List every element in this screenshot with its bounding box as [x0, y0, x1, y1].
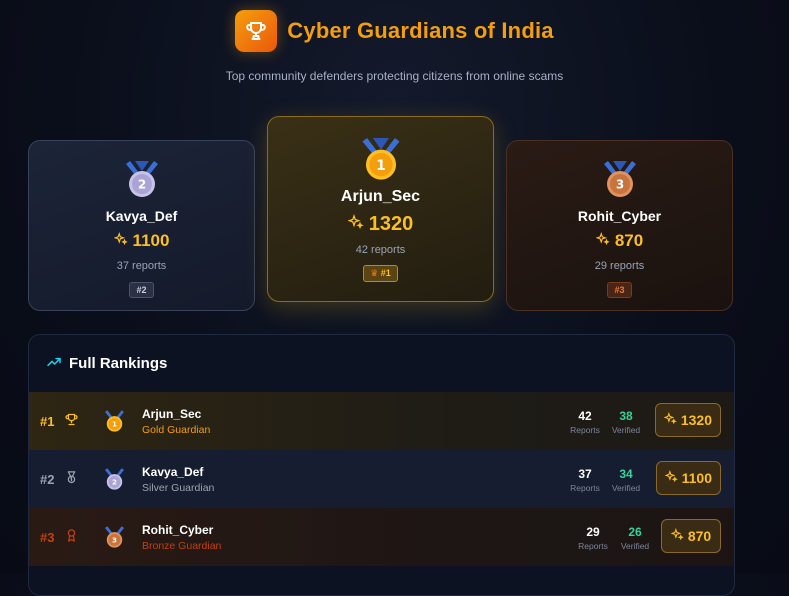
rank-badge: #3 — [607, 282, 632, 298]
podium-reports: 37 reports — [116, 260, 167, 272]
points-badge[interactable]: 870 — [661, 519, 721, 553]
svg-text:2: 2 — [137, 178, 145, 192]
title-row: Cyber Guardians of India — [0, 10, 789, 52]
medal-icon — [64, 470, 79, 490]
podium-points: 1320 — [268, 213, 493, 236]
row-info: Rohit_Cyber Bronze Guardian — [142, 523, 221, 552]
bronze-medal-icon: 3 — [105, 526, 124, 554]
row-name: Kavya_Def — [142, 465, 204, 479]
points-badge[interactable]: 1100 — [655, 461, 721, 495]
table-row[interactable]: #1 1 Arjun_Sec Gold Guardian 42 Reports … — [29, 392, 734, 450]
panel-header: Full Rankings — [29, 335, 734, 392]
podium-points: 870 — [507, 231, 732, 251]
row-info: Kavya_Def Silver Guardian — [142, 465, 214, 494]
podium-name: Arjun_Sec — [340, 188, 421, 205]
verified-stat: 34 Verified — [611, 467, 641, 493]
reports-stat: 42 Reports — [570, 409, 600, 435]
points-value: 1320 — [368, 213, 414, 235]
svg-text:3: 3 — [112, 536, 117, 545]
row-name: Rohit_Cyber — [142, 523, 214, 537]
podium-name: Rohit_Cyber — [577, 208, 662, 224]
row-tier: Silver Guardian — [142, 482, 215, 494]
trophy-icon — [64, 412, 79, 432]
page-title: Cyber Guardians of India — [287, 18, 554, 43]
row-info: Arjun_Sec Gold Guardian — [142, 407, 210, 436]
podium-reports: 29 reports — [594, 260, 645, 272]
full-rankings-panel: Full Rankings #1 1 Arjun_Sec Gold Guardi… — [28, 334, 735, 596]
sparkle-icon — [595, 231, 610, 251]
points-badge[interactable]: 1320 — [654, 403, 721, 437]
table-row[interactable]: #2 2 Kavya_Def Silver Guardian 37 Report… — [29, 450, 734, 508]
svg-text:1: 1 — [112, 420, 117, 429]
podium-card-third[interactable]: 3 Rohit_Cyber 870 29 reports #3 — [506, 140, 733, 311]
points-value: 870 — [614, 231, 644, 250]
silver-medal-icon: 2 — [29, 161, 254, 199]
reports-stat: 29 Reports — [578, 525, 608, 551]
podium-card-second[interactable]: 2 Kavya_Def 1100 37 reports #2 — [28, 140, 255, 311]
award-icon — [64, 528, 79, 548]
rank-badge: #2 — [129, 282, 154, 298]
verified-stat: 26 Verified — [620, 525, 650, 551]
sparkle-icon — [664, 469, 678, 486]
podium-points: 1100 — [29, 231, 254, 251]
podium-card-first[interactable]: 1 Arjun_Sec 1320 42 reports ♛ #1 — [267, 116, 494, 302]
sparkle-icon — [663, 411, 677, 428]
verified-stat: 38 Verified — [611, 409, 641, 435]
trophy-icon — [235, 10, 278, 52]
crown-icon: ♛ — [370, 268, 379, 278]
gold-medal-icon: 1 — [105, 410, 124, 438]
sparkle-icon — [112, 231, 128, 251]
points-value: 1100 — [132, 231, 170, 250]
silver-medal-icon: 2 — [105, 468, 124, 496]
sparkle-icon — [347, 213, 364, 236]
trending-up-icon — [46, 354, 62, 374]
podium-name: Kavya_Def — [105, 208, 178, 224]
reports-stat: 37 Reports — [570, 467, 600, 493]
sparkle-icon — [670, 527, 684, 544]
row-tier: Gold Guardian — [142, 424, 211, 436]
podium-reports: 42 reports — [355, 244, 406, 256]
rank-badge: ♛ #1 — [363, 265, 398, 282]
row-rank: #1 — [40, 413, 55, 429]
svg-text:1: 1 — [376, 158, 386, 174]
svg-text:2: 2 — [112, 478, 117, 487]
row-tier: Bronze Guardian — [142, 540, 222, 552]
table-row[interactable]: #3 3 Rohit_Cyber Bronze Guardian 29 Repo… — [29, 508, 734, 566]
row-name: Arjun_Sec — [142, 407, 202, 421]
row-rank: #3 — [40, 529, 55, 545]
page-header: Cyber Guardians of India Top community d… — [0, 10, 789, 83]
gold-medal-icon: 1 — [268, 138, 493, 182]
bronze-medal-icon: 3 — [507, 161, 732, 199]
svg-text:3: 3 — [615, 178, 623, 192]
page-subtitle: Top community defenders protecting citiz… — [225, 69, 564, 83]
row-rank: #2 — [40, 471, 55, 487]
panel-title: Full Rankings — [69, 355, 168, 372]
